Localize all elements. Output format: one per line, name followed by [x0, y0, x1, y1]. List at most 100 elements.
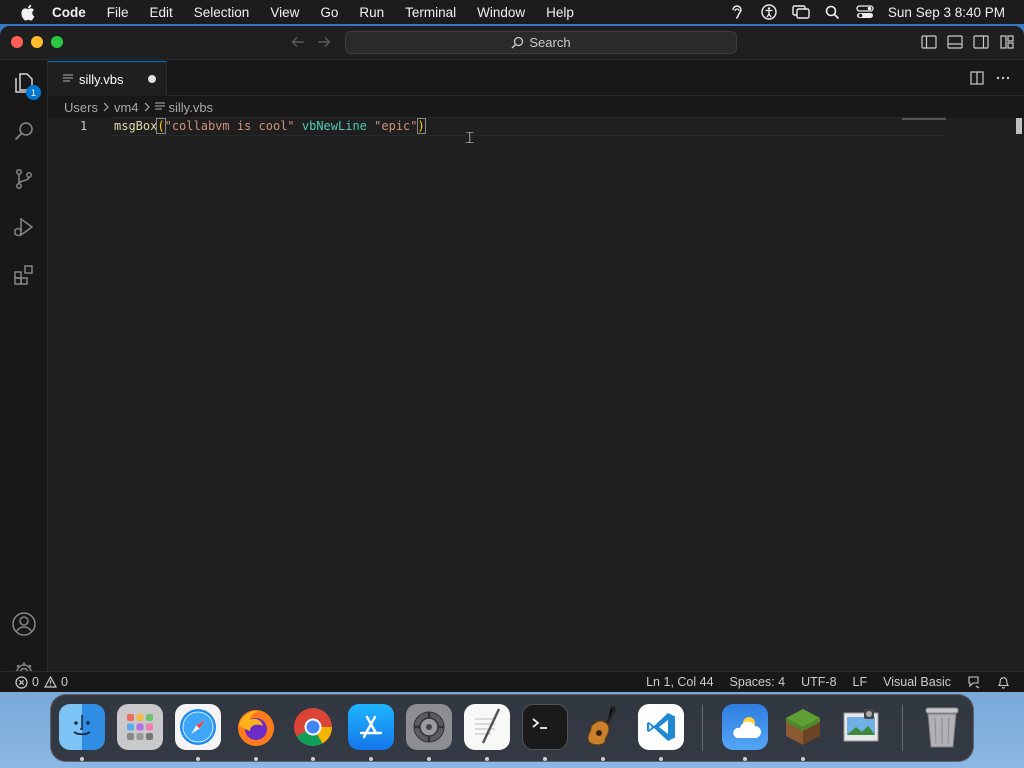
menu-bar: Code File Edit Selection View Go Run Ter…: [0, 0, 1024, 24]
menu-run[interactable]: Run: [359, 5, 384, 20]
code-string-token: "epic": [374, 119, 418, 133]
control-center-icon[interactable]: [856, 3, 874, 21]
menu-app-name[interactable]: Code: [52, 5, 86, 20]
more-actions-icon[interactable]: [994, 69, 1012, 87]
file-lines-icon: [63, 74, 73, 84]
menu-window[interactable]: Window: [477, 5, 525, 20]
feedback-icon[interactable]: [967, 675, 981, 689]
toggle-secondary-sidebar-icon[interactable]: [972, 33, 990, 51]
breadcrumb-file[interactable]: silly.vbs: [169, 100, 214, 115]
hearing-icon[interactable]: [728, 3, 746, 21]
minecraft-icon[interactable]: [780, 704, 826, 750]
search-label: Search: [529, 35, 571, 50]
source-control-button[interactable]: [0, 157, 48, 205]
accounts-button[interactable]: [0, 602, 48, 650]
menu-help[interactable]: Help: [546, 5, 574, 20]
launchpad-icon[interactable]: [117, 704, 163, 750]
running-indicator: [196, 757, 200, 761]
split-editor-icon[interactable]: [968, 69, 986, 87]
chrome-icon[interactable]: [290, 704, 336, 750]
chevron-right-icon: [143, 102, 151, 112]
breadcrumb-vm4[interactable]: vm4: [114, 100, 139, 115]
tab-silly-vbs[interactable]: silly.vbs: [48, 61, 167, 96]
run-debug-icon: [12, 215, 36, 244]
apple-icon[interactable]: [18, 3, 36, 21]
extensions-icon: [12, 263, 36, 292]
menu-terminal[interactable]: Terminal: [405, 5, 456, 20]
activity-bar: 1: [0, 61, 48, 689]
finder-icon[interactable]: [59, 704, 105, 750]
back-arrow-icon[interactable]: [288, 32, 308, 52]
code-editor[interactable]: 1 msgBox("collabvm is cool" vbNewLine "e…: [48, 117, 1024, 671]
accessibility-icon[interactable]: [760, 3, 778, 21]
app-store-icon[interactable]: [348, 704, 394, 750]
close-window-button[interactable]: [11, 36, 23, 48]
toggle-panel-icon[interactable]: [946, 33, 964, 51]
warning-icon: [43, 676, 57, 688]
firefox-icon[interactable]: [233, 704, 279, 750]
running-indicator: [543, 757, 547, 761]
warning-count: 0: [60, 675, 68, 689]
running-indicator: [311, 757, 315, 761]
cursor-position[interactable]: Ln 1, Col 44: [646, 675, 713, 689]
screen-mirroring-icon[interactable]: [792, 3, 810, 21]
error-count: 0: [32, 675, 39, 689]
running-indicator: [369, 757, 373, 761]
running-indicator: [601, 757, 605, 761]
running-indicator: [743, 757, 747, 761]
minimap[interactable]: [902, 118, 946, 120]
command-center-search[interactable]: Search: [345, 31, 737, 54]
minimize-window-button[interactable]: [31, 36, 43, 48]
breadcrumb-users[interactable]: Users: [64, 100, 98, 115]
safari-icon[interactable]: [175, 704, 221, 750]
end-of-line[interactable]: LF: [853, 675, 868, 689]
status-right: Ln 1, Col 44 Spaces: 4 UTF-8 LF Visual B…: [630, 675, 1010, 689]
toggle-primary-sidebar-icon[interactable]: [920, 33, 938, 51]
zoom-window-button[interactable]: [51, 36, 63, 48]
running-indicator: [254, 757, 258, 761]
menu-clock[interactable]: Sun Sep 3 8:40 PM: [888, 5, 1005, 20]
forward-arrow-icon[interactable]: [314, 32, 334, 52]
trash-icon[interactable]: [919, 704, 965, 750]
system-settings-icon[interactable]: [406, 704, 452, 750]
code-constant-token: vbNewLine: [301, 119, 367, 133]
terminal-icon[interactable]: [522, 704, 568, 750]
encoding[interactable]: UTF-8: [801, 675, 836, 689]
line-number: 1: [80, 119, 88, 133]
breadcrumb: Users vm4 silly.vbs: [64, 97, 213, 117]
code-line[interactable]: msgBox("collabvm is cool" vbNewLine "epi…: [114, 118, 426, 135]
dock-separator: [702, 705, 703, 751]
vscode-icon[interactable]: [638, 704, 684, 750]
menu-go[interactable]: Go: [320, 5, 338, 20]
garageband-icon[interactable]: [580, 704, 626, 750]
search-view-button[interactable]: [0, 109, 48, 157]
layout-controls: [912, 33, 1016, 51]
problems-indicator[interactable]: 0 0: [15, 675, 68, 689]
explorer-button[interactable]: 1: [0, 61, 48, 109]
code-open-paren-token: (: [156, 118, 166, 134]
preview-icon[interactable]: [838, 704, 884, 750]
run-debug-button[interactable]: [0, 205, 48, 253]
vertical-scrollbar[interactable]: [1016, 118, 1022, 134]
editor-actions: [960, 69, 1012, 87]
vscode-window: Search 1 silly.vbs Users vm4 silly.vbs 1…: [0, 26, 1024, 692]
menu-file[interactable]: File: [107, 5, 129, 20]
menu-selection[interactable]: Selection: [194, 5, 250, 20]
extensions-button[interactable]: [0, 253, 48, 301]
unsaved-dot-icon[interactable]: [148, 75, 156, 83]
running-indicator: [659, 757, 663, 761]
menu-edit[interactable]: Edit: [150, 5, 173, 20]
indentation[interactable]: Spaces: 4: [730, 675, 786, 689]
menu-view[interactable]: View: [270, 5, 299, 20]
customize-layout-icon[interactable]: [998, 33, 1016, 51]
language-mode[interactable]: Visual Basic: [883, 675, 951, 689]
textedit-icon[interactable]: [464, 704, 510, 750]
error-icon: [15, 675, 28, 689]
search-icon: [511, 36, 524, 49]
notifications-bell-icon[interactable]: [997, 675, 1010, 689]
weather-icon[interactable]: [722, 704, 768, 750]
code-string-token: "collabvm is cool": [164, 119, 295, 133]
mouse-ibeam-cursor-icon: ⌶: [465, 128, 475, 147]
spotlight-search-icon[interactable]: [824, 3, 842, 21]
